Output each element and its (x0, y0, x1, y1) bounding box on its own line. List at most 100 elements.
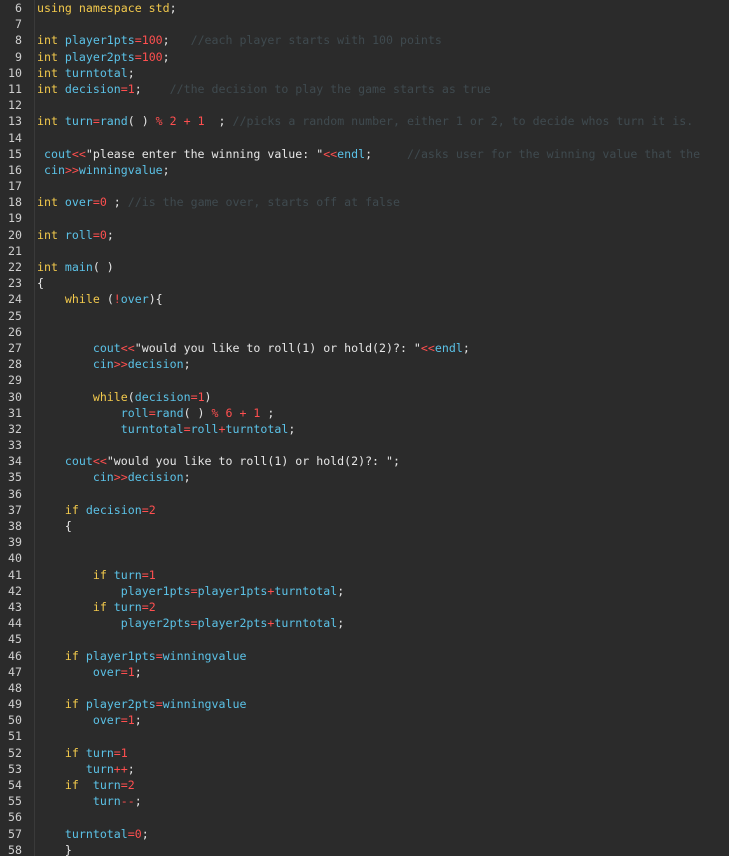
code-line[interactable]: 21 (8, 243, 729, 259)
code-line[interactable]: 54 if turn=2 (8, 777, 729, 793)
line-number: 13 (8, 114, 22, 129)
code-token: ){ (148, 292, 163, 307)
code-text: if player2pts=winningvalue (37, 697, 247, 711)
code-line[interactable]: 41 if turn=1 (8, 567, 729, 583)
code-line[interactable]: 24 while (!over){ (8, 291, 729, 307)
code-line[interactable]: 7 (15, 16, 729, 32)
code-area[interactable]: 6 using namespace std; 7 8 int player1pts=10… (8, 0, 729, 856)
code-token: player1pts (85, 648, 156, 663)
code-token: ++ (113, 761, 128, 776)
code-token: player2pts (197, 616, 268, 631)
code-token: 100 (141, 49, 163, 64)
code-line[interactable]: 38 { (8, 518, 729, 534)
code-line[interactable]: 51 (8, 728, 729, 744)
line-number: 15 (8, 146, 22, 161)
code-line[interactable]: 35 cin>>decision; (8, 469, 729, 485)
line-number: 37 (8, 502, 22, 517)
code-text: player2pts=player2pts+turntotal; (37, 616, 344, 630)
code-line[interactable]: 36 (8, 486, 729, 502)
code-line[interactable]: 13 int turn=rand( ) % 2 + 1 ; //picks a r… (8, 113, 729, 129)
code-token: ; (162, 49, 170, 64)
code-text: player1pts=player1pts+turntotal; (37, 584, 344, 598)
code-token: turn (92, 794, 121, 809)
code-token: decision (64, 81, 121, 96)
code-line[interactable]: 11 int decision=1; //the decision to play… (8, 81, 729, 97)
code-text: if player1pts=winningvalue (37, 648, 247, 663)
code-line[interactable]: 48 (8, 680, 729, 696)
code-token: turn (85, 761, 114, 776)
code-line[interactable]: 34 cout<<"would you like to roll(1) or h… (8, 453, 729, 469)
code-line[interactable]: 8 int player1pts=100; //each player start… (15, 32, 729, 48)
line-number: 36 (8, 486, 22, 501)
line-number: 52 (8, 745, 22, 760)
code-line[interactable]: 45 (8, 631, 729, 647)
code-line[interactable]: 49 if player2pts=winningvalue (8, 696, 729, 712)
code-token: << (92, 454, 107, 469)
code-line[interactable]: 46 if player1pts=winningvalue (8, 648, 729, 664)
code-token: int (37, 65, 65, 80)
code-token: ; (162, 162, 170, 177)
code-line[interactable]: 52 if turn=1 (8, 745, 729, 761)
code-line[interactable]: 29 (8, 372, 729, 388)
code-token: 1 (197, 389, 205, 404)
code-line[interactable]: 57 turntotal=0; (8, 826, 729, 842)
code-line[interactable]: 23 { (8, 275, 729, 291)
code-line[interactable]: 15 cout<<"please enter the winning value… (8, 146, 729, 162)
code-token: "would you like to roll(1) or hold(2)?: … (134, 340, 421, 355)
code-line[interactable]: 58 } (8, 842, 729, 856)
code-token: turn (85, 745, 114, 760)
code-line[interactable]: 33 (8, 437, 729, 453)
code-line[interactable]: 31 roll=rand( ) % 6 + 1 ; (8, 405, 729, 421)
code-line[interactable]: 42 player1pts=player1pts+turntotal; (8, 583, 729, 599)
code-line[interactable]: 10 int turntotal; (8, 65, 729, 81)
code-line[interactable]: 28 cin>>decision; (8, 356, 729, 372)
code-line[interactable]: 44 player2pts=player2pts+turntotal; (8, 615, 729, 631)
code-line[interactable]: 53 turn++; (8, 761, 729, 777)
code-line[interactable]: 12 (8, 97, 729, 113)
code-line[interactable]: 6 using namespace std; (15, 0, 729, 16)
code-line[interactable]: 39 (8, 534, 729, 550)
code-token: endl (434, 340, 463, 355)
code-token: turntotal (64, 826, 128, 841)
code-editor[interactable]: 6 using namespace std; 7 8 int player1pts=10… (0, 0, 729, 856)
code-text: cin>>decision; (37, 470, 191, 484)
code-text: if turn=1 (37, 568, 156, 582)
code-line[interactable]: 37 if decision=2 (8, 502, 729, 518)
code-line[interactable]: 14 (8, 130, 729, 146)
code-line[interactable]: 47 over=1; (8, 664, 729, 680)
code-line[interactable]: 55 turn--; (8, 793, 729, 809)
code-line[interactable]: 20 int roll=0; (8, 227, 729, 243)
code-line[interactable]: 22 int main( ) (8, 259, 729, 275)
code-line[interactable]: 16 cin>>winningvalue; (8, 162, 729, 178)
code-line[interactable]: 9 int player2pts=100; (15, 49, 729, 65)
code-text: int player2pts=100; (37, 50, 170, 64)
code-line[interactable]: 26 (8, 324, 729, 340)
line-number: 22 (8, 260, 22, 274)
code-line[interactable]: 27 cout<<"would you like to roll(1) or h… (8, 340, 729, 356)
code-token: if (64, 778, 93, 792)
code-line[interactable]: 25 (8, 308, 729, 324)
code-token: cout (43, 146, 72, 161)
code-token: 1 (120, 745, 128, 760)
code-line[interactable]: 19 (8, 210, 729, 226)
code-text: int turn=rand( ) % 2 + 1 ; //picks a ran… (37, 114, 693, 128)
code-line[interactable]: 43 if turn=2 (8, 599, 729, 615)
code-line[interactable]: 56 (8, 809, 729, 825)
code-token: player1pts (120, 583, 191, 598)
code-text: turntotal=0; (37, 827, 149, 841)
code-line[interactable]: 50 over=1; (8, 712, 729, 728)
code-line[interactable]: 17 (8, 178, 729, 194)
code-line[interactable]: 40 (8, 550, 729, 566)
code-token: = (134, 33, 142, 48)
code-line[interactable]: 32 turntotal=roll+turntotal; (8, 421, 729, 437)
line-number: 32 (8, 421, 22, 436)
code-line[interactable]: 30 while(decision=1) (8, 389, 729, 405)
code-line[interactable]: 18 int over=0 ; //is the game over, start… (8, 194, 729, 210)
